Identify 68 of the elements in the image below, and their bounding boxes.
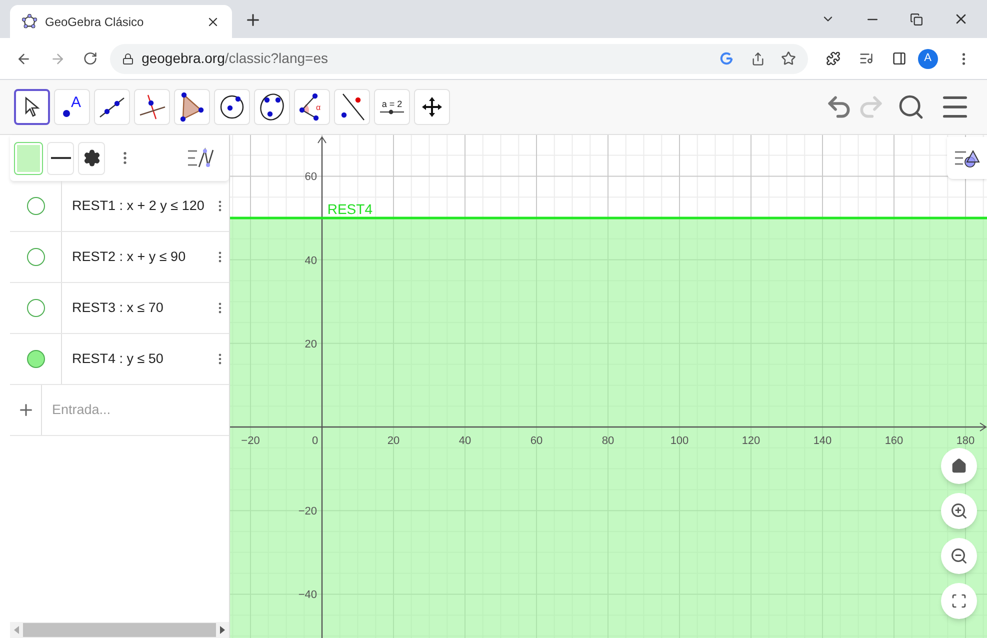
perpendicular-lines-icon bbox=[138, 93, 166, 121]
tool-button[interactable] bbox=[14, 89, 50, 125]
url-field[interactable]: geogebra.org/classic?lang=es bbox=[110, 44, 808, 74]
ellipse-icon bbox=[258, 92, 286, 122]
equation-text[interactable]: REST3 : x ≤ 70 bbox=[72, 298, 211, 318]
move-arrows-icon bbox=[421, 96, 443, 118]
settings-button[interactable] bbox=[78, 142, 105, 174]
y-tick-label: 60 bbox=[304, 171, 317, 184]
visibility-toggle[interactable] bbox=[26, 197, 44, 215]
restore-icon[interactable] bbox=[910, 12, 923, 26]
visibility-toggle[interactable] bbox=[26, 248, 44, 266]
house-icon bbox=[951, 458, 967, 474]
x-tick-label: 80 bbox=[602, 435, 614, 447]
y-tick-label: 20 bbox=[304, 338, 317, 350]
x-tick-label: 140 bbox=[813, 435, 832, 447]
equation-text[interactable]: REST1 : x + 2 y ≤ 120 bbox=[72, 196, 211, 216]
y-tick-label: −40 bbox=[298, 589, 317, 602]
x-tick-label: 0 bbox=[312, 435, 318, 447]
x-tick-label: 180 bbox=[956, 435, 975, 447]
triangle-icon bbox=[179, 92, 205, 122]
side-panel-icon[interactable] bbox=[892, 51, 906, 66]
zoom-out-icon bbox=[950, 547, 968, 565]
tool-button[interactable]: A bbox=[54, 89, 90, 125]
shapes-icon bbox=[954, 148, 980, 168]
url-text: geogebra.org/classic?lang=es bbox=[142, 49, 329, 68]
media-list-icon[interactable] bbox=[859, 51, 874, 66]
visibility-toggle[interactable] bbox=[26, 299, 44, 317]
y-tick-label: −20 bbox=[298, 506, 317, 518]
x-tick-label: 20 bbox=[387, 435, 400, 447]
google-g-icon[interactable] bbox=[720, 52, 734, 65]
reload-icon[interactable] bbox=[83, 51, 98, 66]
visibility-toggle[interactable] bbox=[26, 350, 44, 368]
line-icon bbox=[98, 95, 126, 119]
home-button[interactable] bbox=[941, 448, 977, 484]
zoom-in-icon bbox=[950, 502, 968, 520]
equation-text[interactable]: REST4 : y ≤ 50 bbox=[72, 348, 211, 370]
x-tick-label: 100 bbox=[670, 435, 689, 447]
bookmark-star-icon[interactable] bbox=[781, 51, 796, 66]
tool-button[interactable]: a = 2 bbox=[374, 89, 410, 125]
line-label: REST4 bbox=[327, 201, 372, 217]
x-tick-label: 40 bbox=[458, 435, 472, 447]
lock-icon bbox=[122, 52, 134, 64]
y-tick-label: 40 bbox=[304, 254, 317, 267]
browser-tab[interactable]: GeoGebra Clásico bbox=[10, 5, 232, 38]
algebra-view-icon[interactable] bbox=[187, 147, 215, 169]
x-tick-label: 160 bbox=[884, 435, 904, 447]
zoom-in-button[interactable] bbox=[941, 493, 977, 529]
extensions-icon[interactable] bbox=[826, 51, 842, 66]
zoom-out-button[interactable] bbox=[941, 538, 977, 574]
graphics-view[interactable]: REST4 −20 0 20 40 60 80 100 120 140 160 180 60 40 20 −20 −40 bbox=[230, 135, 987, 638]
equation-text[interactable]: REST2 : x + y ≤ 90 bbox=[72, 246, 211, 268]
graphics-style-bar-button[interactable] bbox=[947, 137, 987, 179]
x-tick-label: 60 bbox=[530, 435, 543, 447]
color-button[interactable] bbox=[14, 142, 43, 174]
circle-icon bbox=[218, 93, 246, 121]
new-tab-icon[interactable] bbox=[244, 11, 262, 29]
avatar[interactable]: A bbox=[918, 48, 938, 68]
share-icon[interactable] bbox=[751, 52, 766, 66]
tab-title: GeoGebra Clásico bbox=[45, 14, 145, 30]
line-style-button[interactable] bbox=[47, 142, 74, 174]
horizontal-scrollbar[interactable] bbox=[10, 622, 229, 638]
cursor-arrow-icon bbox=[23, 96, 41, 118]
x-tick-label: −20 bbox=[241, 435, 260, 447]
search-icon[interactable] bbox=[897, 93, 925, 121]
gear-icon bbox=[82, 149, 100, 167]
x-tick-label: 120 bbox=[742, 435, 760, 447]
pentagon-logo-icon bbox=[22, 14, 37, 29]
fullscreen-icon bbox=[951, 593, 967, 609]
